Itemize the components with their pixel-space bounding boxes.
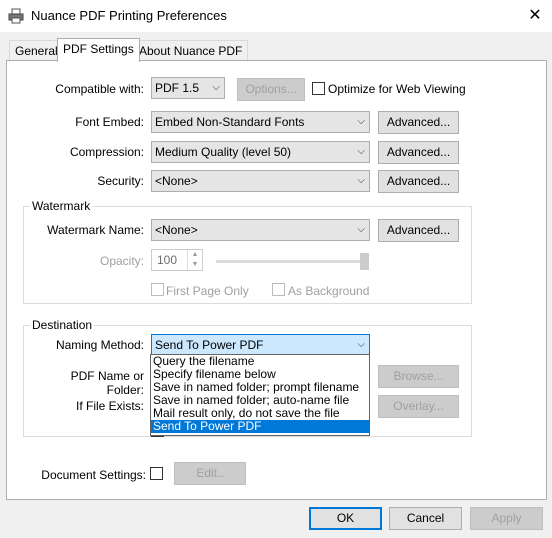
optimize-web-label: Optimize for Web Viewing (328, 82, 466, 96)
options-button[interactable]: Options... (237, 78, 305, 101)
destination-group-title: Destination (30, 318, 95, 332)
browse-button[interactable]: Browse... (378, 365, 459, 388)
close-icon[interactable]: ✕ (522, 4, 548, 28)
naming-method-value: Send To Power PDF (155, 338, 264, 352)
compatible-value: PDF 1.5 (155, 81, 200, 95)
chevron-down-icon: ⌵ (357, 146, 365, 157)
document-settings-checkbox[interactable] (150, 467, 163, 480)
chevron-down-icon: ⌵ (357, 116, 365, 127)
first-page-only-label: First Page Only (166, 284, 249, 298)
font-embed-label: Font Embed: (75, 115, 144, 129)
edit-button[interactable]: Edit.. (174, 462, 246, 485)
spinner-up-icon[interactable]: ▲ (187, 250, 202, 260)
chevron-down-icon: ⌵ (357, 175, 365, 186)
security-value: <None> (155, 174, 198, 188)
dropdown-option-selected[interactable]: Send To Power PDF (151, 420, 369, 433)
compression-value: Medium Quality (level 50) (155, 145, 292, 159)
font-embed-advanced-button[interactable]: Advanced... (378, 111, 459, 134)
document-settings-label: Document Settings: (41, 468, 146, 482)
tab-pdf-settings[interactable]: PDF Settings (57, 38, 140, 62)
watermark-name-value: <None> (155, 223, 198, 237)
spinner-down-icon[interactable]: ▼ (187, 260, 202, 270)
watermark-advanced-button[interactable]: Advanced... (378, 219, 459, 242)
chevron-down-icon: ⌵ (357, 224, 365, 235)
naming-method-dropdown: Query the filename Specify filename belo… (150, 354, 370, 436)
as-background-checkbox[interactable] (272, 283, 285, 296)
compatible-label: Compatible with: (55, 82, 144, 96)
security-label: Security: (97, 174, 144, 188)
opacity-value: 100 (157, 253, 178, 267)
tab-about[interactable]: About Nuance PDF (133, 40, 249, 62)
ok-button[interactable]: OK (309, 507, 382, 530)
if-file-exists-label: If File Exists: (75, 399, 144, 413)
naming-method-select[interactable]: Send To Power PDF ⌵ (151, 334, 370, 356)
optimize-web-checkbox[interactable] (312, 82, 325, 95)
compression-label: Compression: (69, 145, 144, 159)
overlay-button[interactable]: Overlay... (378, 395, 459, 418)
compression-advanced-button[interactable]: Advanced... (378, 141, 459, 164)
pdf-name-folder-label: PDF Name or Folder: (70, 369, 144, 397)
security-advanced-button[interactable]: Advanced... (378, 170, 459, 193)
security-select[interactable]: <None> ⌵ (151, 170, 370, 192)
apply-button[interactable]: Apply (470, 507, 543, 530)
watermark-name-select[interactable]: <None> ⌵ (151, 219, 370, 241)
opacity-slider-thumb[interactable] (360, 253, 369, 270)
as-background-label: As Background (288, 284, 370, 298)
font-embed-value: Embed Non-Standard Fonts (155, 115, 305, 129)
naming-method-label: Naming Method: (55, 338, 144, 352)
compatible-select[interactable]: PDF 1.5 ⌵ (151, 77, 225, 99)
compression-select[interactable]: Medium Quality (level 50) ⌵ (151, 141, 370, 163)
opacity-input[interactable]: 100 ▲ ▼ (151, 249, 203, 271)
opacity-label: Opacity: (99, 254, 144, 268)
tab-general[interactable]: General (9, 40, 64, 62)
watermark-group-title: Watermark (30, 199, 93, 213)
first-page-only-checkbox[interactable] (151, 283, 164, 296)
font-embed-select[interactable]: Embed Non-Standard Fonts ⌵ (151, 111, 370, 133)
chevron-down-icon: ⌵ (212, 82, 220, 93)
window-title: Nuance PDF Printing Preferences (31, 8, 227, 23)
opacity-slider-track[interactable] (216, 260, 368, 263)
cancel-button[interactable]: Cancel (389, 507, 462, 530)
chevron-down-icon: ⌵ (357, 339, 365, 350)
watermark-name-label: Watermark Name: (47, 223, 144, 237)
printer-icon (8, 8, 24, 24)
